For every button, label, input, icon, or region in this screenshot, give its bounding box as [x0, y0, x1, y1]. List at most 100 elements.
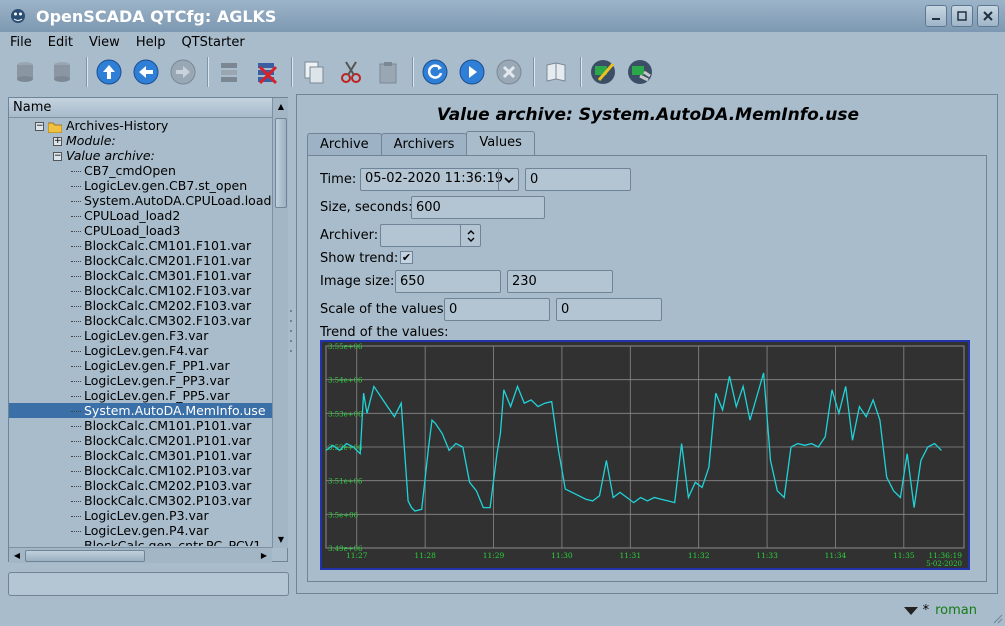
db-save-button[interactable]	[45, 55, 79, 89]
scale-max-field[interactable]: 0	[556, 298, 662, 321]
tree-item[interactable]: CPULoad_load3	[9, 223, 272, 238]
tree-item-label: BlockCalc.CM102.F103.var	[84, 283, 252, 298]
maximize-button[interactable]	[951, 5, 973, 27]
back-arrow-icon[interactable]	[129, 55, 163, 89]
scroll-left-arrow-icon[interactable]: ◀	[10, 548, 24, 562]
image-width-field[interactable]: 650	[395, 270, 501, 293]
tree-item[interactable]: BlockCalc.CM102.F103.var	[9, 283, 272, 298]
y-tick-label: 3.51e+06	[328, 478, 363, 486]
collapse-minus-icon[interactable]: −	[35, 122, 44, 131]
tree-horizontal-scroll-thumb[interactable]	[25, 550, 145, 562]
tree-item[interactable]: System.AutoDA.CPULoad.load	[9, 193, 272, 208]
tree-item[interactable]: CPULoad_load2	[9, 208, 272, 223]
trend-chart: 3.55e+06 3.54e+06 3.53e+06 3.52e+06 3.51e+06…	[320, 340, 970, 570]
tree-item[interactable]: LogicLev.gen.F_PP3.var	[9, 373, 272, 388]
tree-vertical-scrollbar[interactable]: ▲ ▼	[272, 98, 288, 548]
tree-item[interactable]: BlockCalc.CM102.P103.var	[9, 463, 272, 478]
tree-item[interactable]: BlockCalc.CM301.F101.var	[9, 268, 272, 283]
tree-item[interactable]: − Value archive:	[9, 148, 272, 163]
close-window-button[interactable]	[977, 5, 999, 27]
image-height-field[interactable]: 230	[507, 270, 613, 293]
updown-arrows-icon[interactable]	[460, 225, 480, 246]
tree-item[interactable]: BlockCalc.CM101.P101.var	[9, 418, 272, 433]
tree-item[interactable]: BlockCalc.CM202.P103.var	[9, 478, 272, 493]
show-trend-checkbox[interactable]: ✔	[400, 251, 413, 264]
tree-item[interactable]: BlockCalc.CM201.F101.var	[9, 253, 272, 268]
tree-item[interactable]: LogicLev.gen.P4.var	[9, 523, 272, 538]
tree-item-label: Module:	[66, 133, 116, 148]
up-arrow-icon[interactable]	[92, 55, 126, 89]
manual-book-icon[interactable]	[539, 55, 573, 89]
paste-icon[interactable]	[371, 55, 405, 89]
tree-item[interactable]: BlockCalc.CM302.F103.var	[9, 313, 272, 328]
tree-item[interactable]: LogicLev.gen.F3.var	[9, 328, 272, 343]
start-icon[interactable]	[455, 55, 489, 89]
tree-branch-line	[71, 171, 81, 172]
tree-item[interactable]: − Archives-History	[9, 118, 272, 133]
add-item-icon[interactable]	[213, 55, 247, 89]
stop-icon[interactable]	[492, 55, 526, 89]
copy-icon[interactable]	[297, 55, 331, 89]
size-seconds-field[interactable]: 600	[411, 196, 545, 219]
tab-values[interactable]: Values	[466, 131, 535, 155]
time-usec-field[interactable]: 0	[525, 168, 631, 191]
scroll-down-arrow-icon[interactable]: ▼	[274, 532, 288, 546]
menu-edit[interactable]: Edit	[48, 35, 73, 50]
tree-item[interactable]: BlockCalc.CM201.P101.var	[9, 433, 272, 448]
tree-vertical-scroll-thumb[interactable]	[275, 118, 287, 208]
archiver-select[interactable]	[380, 224, 481, 247]
tree-item-label: BlockCalc.CM201.F101.var	[84, 253, 252, 268]
tree-item-label: BlockCalc.CM102.P103.var	[84, 463, 252, 478]
tree-item[interactable]: LogicLev.gen.F_PP5.var	[9, 388, 272, 403]
tree-item[interactable]: LogicLev.gen.P3.var	[9, 508, 272, 523]
tree-branch-line	[71, 501, 81, 502]
tree-item[interactable]: BlockCalc.gen_cntr.PC_PCV1	[9, 538, 272, 546]
tab-archive[interactable]: Archive	[307, 133, 382, 155]
collapse-minus-icon[interactable]: −	[53, 152, 62, 161]
panel-splitter[interactable]	[289, 300, 293, 370]
menu-help[interactable]: Help	[136, 35, 166, 50]
status-bar-user: * roman	[903, 603, 977, 618]
status-indicator: *	[922, 603, 930, 618]
tree-item[interactable]: LogicLev.gen.F4.var	[9, 343, 272, 358]
delete-item-icon[interactable]	[250, 55, 284, 89]
tree-item[interactable]: BlockCalc.CM301.P101.var	[9, 448, 272, 463]
values-tab-pane: Time: 05-02-2020 11:36:19 0 Size, second…	[307, 155, 987, 582]
tree-column-header[interactable]: Name	[9, 98, 272, 118]
tree-branch-line	[71, 441, 81, 442]
tree-item[interactable]: BlockCalc.CM101.F101.var	[9, 238, 272, 253]
db-load-button[interactable]	[8, 55, 42, 89]
time-datetime-input[interactable]: 05-02-2020 11:36:19	[360, 168, 519, 191]
vision-module-icon[interactable]	[586, 55, 620, 89]
status-user-name[interactable]: roman	[935, 603, 977, 618]
tree-item[interactable]: LogicLev.gen.CB7.st_open	[9, 178, 272, 193]
tree-item-label: BlockCalc.CM201.P101.var	[84, 433, 252, 448]
chevron-down-icon[interactable]	[498, 169, 518, 190]
refresh-icon[interactable]	[418, 55, 452, 89]
y-tick-label: 3.53e+06	[328, 410, 363, 418]
menu-qtstarter[interactable]: QTStarter	[181, 35, 244, 50]
scroll-right-arrow-icon[interactable]: ▶	[257, 548, 271, 562]
tree-item[interactable]: System.AutoDA.MemInfo.use	[9, 403, 272, 418]
tree-item[interactable]: BlockCalc.CM302.P103.var	[9, 493, 272, 508]
scroll-up-arrow-icon[interactable]: ▲	[274, 99, 288, 113]
tree-horizontal-scrollbar[interactable]: ◀ ▶	[9, 547, 272, 563]
tree-item[interactable]: CB7_cmdOpen	[9, 163, 272, 178]
scale-min-field[interactable]: 0	[444, 298, 550, 321]
toolbar-separator	[86, 57, 88, 87]
minimize-button[interactable]	[925, 5, 947, 27]
menu-view[interactable]: View	[89, 35, 120, 50]
tab-archivers[interactable]: Archivers	[380, 133, 468, 155]
tree-item[interactable]: LogicLev.gen.F_PP1.var	[9, 358, 272, 373]
cfg-module-icon[interactable]	[623, 55, 657, 89]
expand-plus-icon[interactable]: +	[53, 137, 62, 146]
resize-grip-icon[interactable]	[991, 612, 1003, 624]
forward-arrow-icon[interactable]	[166, 55, 200, 89]
dropdown-triangle-icon[interactable]	[903, 606, 919, 616]
cut-icon[interactable]	[334, 55, 368, 89]
menu-file[interactable]: File	[10, 35, 32, 50]
tree-item[interactable]: BlockCalc.CM202.F103.var	[9, 298, 272, 313]
tree-item[interactable]: + Module:	[9, 133, 272, 148]
tree-item-label: BlockCalc.CM301.F101.var	[84, 268, 252, 283]
tree-item-label: BlockCalc.CM202.P103.var	[84, 478, 252, 493]
